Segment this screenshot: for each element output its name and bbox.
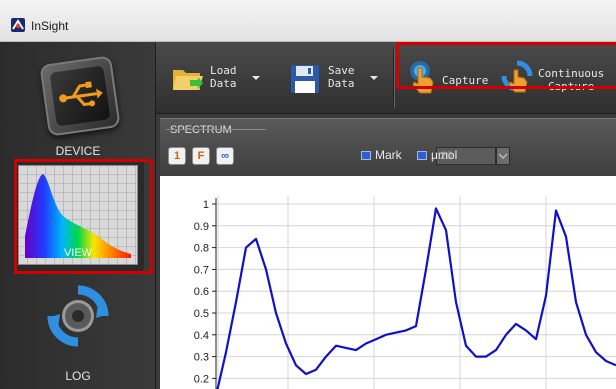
spectrum-title: SPECTRUM xyxy=(170,124,232,136)
capture-highlight-box xyxy=(396,42,616,89)
save-data-label: Save Data xyxy=(328,64,355,90)
filter-button[interactable]: F xyxy=(192,147,210,165)
chevron-down-icon xyxy=(498,153,508,160)
mark-legend-label: Mark xyxy=(375,148,402,162)
y-tick-label: 0.5 xyxy=(194,308,209,320)
folder-open-icon xyxy=(173,70,203,90)
window-title: InSight xyxy=(31,19,69,33)
load-data-label: Load Data xyxy=(210,64,237,90)
y-tick-label: 0.3 xyxy=(194,352,209,364)
chevron-down-icon xyxy=(370,76,378,80)
load-data-button[interactable]: Load Data xyxy=(172,56,272,106)
y-tick-label: 1 xyxy=(203,199,209,211)
infinite-button[interactable]: ∞ xyxy=(216,147,234,165)
insight-app-icon xyxy=(11,18,25,32)
sidebar-item-label: DEVICE xyxy=(55,144,101,158)
umol-legend-label: μmol xyxy=(431,148,458,162)
view-highlight-box xyxy=(14,159,153,274)
y-tick-label: 0.7 xyxy=(194,264,209,276)
toolbar-separator xyxy=(393,50,395,108)
refresh-log-icon xyxy=(47,285,109,347)
y-tick-label: 0.4 xyxy=(194,330,209,342)
y-tick-label: 0.9 xyxy=(194,221,209,233)
chevron-down-icon xyxy=(252,76,260,80)
umol-legend-swatch xyxy=(417,151,427,160)
count-dropdown[interactable] xyxy=(496,147,510,165)
spectrum-header: SPECTRUM 1 F ∞ 20 Mark μmol xyxy=(160,119,616,177)
y-tick-label: 0.2 xyxy=(194,373,209,385)
title-bar: InSight xyxy=(0,0,616,42)
y-tick-label: 0.8 xyxy=(194,243,209,255)
y-tick-label: 0.6 xyxy=(194,286,209,298)
spectrum-chart: 1 0.9 0.8 0.7 0.6 0.5 0.4 0.3 0.2 xyxy=(194,196,616,389)
spectrum-series-line xyxy=(216,207,616,389)
save-data-button[interactable]: Save Data xyxy=(290,56,390,106)
sidebar-item-label: LOG xyxy=(65,369,91,383)
single-view-button[interactable]: 1 xyxy=(168,147,186,165)
app-window: InSight DEVICE VIEW LOG Load Data Save D… xyxy=(0,0,616,389)
usb-icon xyxy=(39,55,121,137)
floppy-disk-icon xyxy=(291,65,319,93)
sidebar-item-device[interactable]: DEVICE xyxy=(12,50,144,162)
spectrum-plot[interactable]: 1 0.9 0.8 0.7 0.6 0.5 0.4 0.3 0.2 xyxy=(160,176,616,389)
sidebar-item-log[interactable]: LOG xyxy=(12,278,144,389)
mark-legend-swatch xyxy=(361,151,371,160)
